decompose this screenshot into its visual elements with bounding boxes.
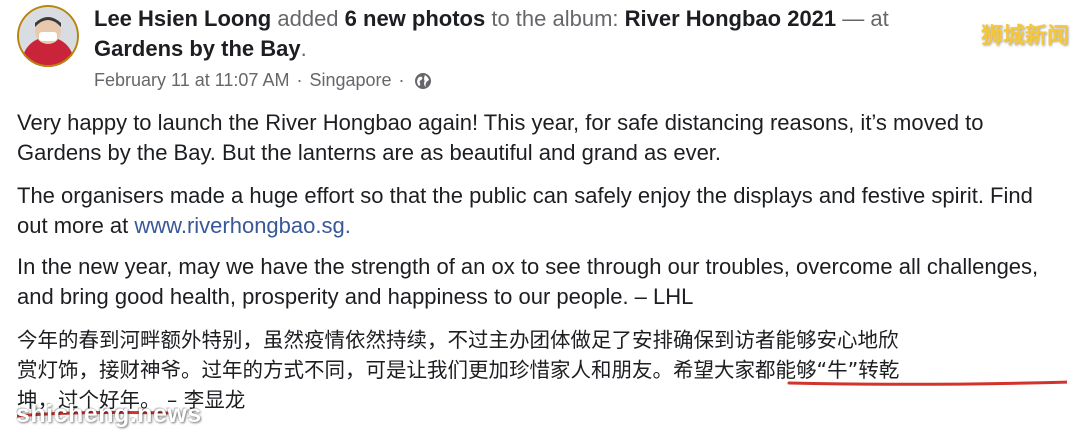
- post-title-line-2: Gardens by the Bay.: [94, 34, 307, 64]
- post-paragraph-1: Very happy to launch the River Hongbao a…: [17, 110, 984, 165]
- location-link[interactable]: Gardens by the Bay: [94, 36, 301, 61]
- website-link[interactable]: www.riverhongbao.sg.: [134, 213, 350, 238]
- post-header: Lee Hsien Loong added 6 new photos to th…: [0, 0, 1081, 100]
- post-place[interactable]: Singapore: [309, 67, 391, 93]
- paragraph-4-line-1: 今年的春到河畔额外特别，虽然疫情依然持续，不过主办团体做足了安排确保到访者能够安…: [17, 328, 899, 352]
- globe-icon: [414, 71, 432, 89]
- post-paragraph-3: In the new year, may we have the strengt…: [17, 254, 1039, 309]
- location-prefix: — at: [836, 6, 889, 31]
- photo-count-link[interactable]: 6 new photos: [345, 6, 486, 31]
- author-name[interactable]: Lee Hsien Loong: [94, 6, 271, 31]
- post-timestamp[interactable]: February 11 at 11:07 AM: [94, 67, 289, 93]
- album-link[interactable]: River Hongbao 2021: [625, 6, 837, 31]
- meta-separator-2: ·: [398, 70, 405, 90]
- watermark-top: 狮城新闻: [980, 24, 1069, 49]
- meta-separator: ·: [296, 70, 303, 90]
- watermark-bottom: shicheng.news: [16, 400, 202, 428]
- post-meta: February 11 at 11:07 AM · Singapore ·: [94, 67, 432, 93]
- action-text-2: to the album:: [485, 6, 625, 31]
- location-suffix: .: [300, 36, 307, 61]
- avatar[interactable]: [17, 5, 79, 67]
- action-text: added: [271, 6, 345, 31]
- paragraph-4-line-2: 赏灯饰，接财神爷。过年的方式不同，可是让我们更加珍惜家人和朋友。希望大家都能够“…: [17, 358, 900, 382]
- post-body: Very happy to launch the River Hongbao a…: [17, 108, 1067, 428]
- profile-photo: [17, 5, 79, 67]
- post-title: Lee Hsien Loong added 6 new photos to th…: [94, 4, 994, 34]
- post-paragraph-2: The organisers made a huge effort so tha…: [17, 181, 1067, 241]
